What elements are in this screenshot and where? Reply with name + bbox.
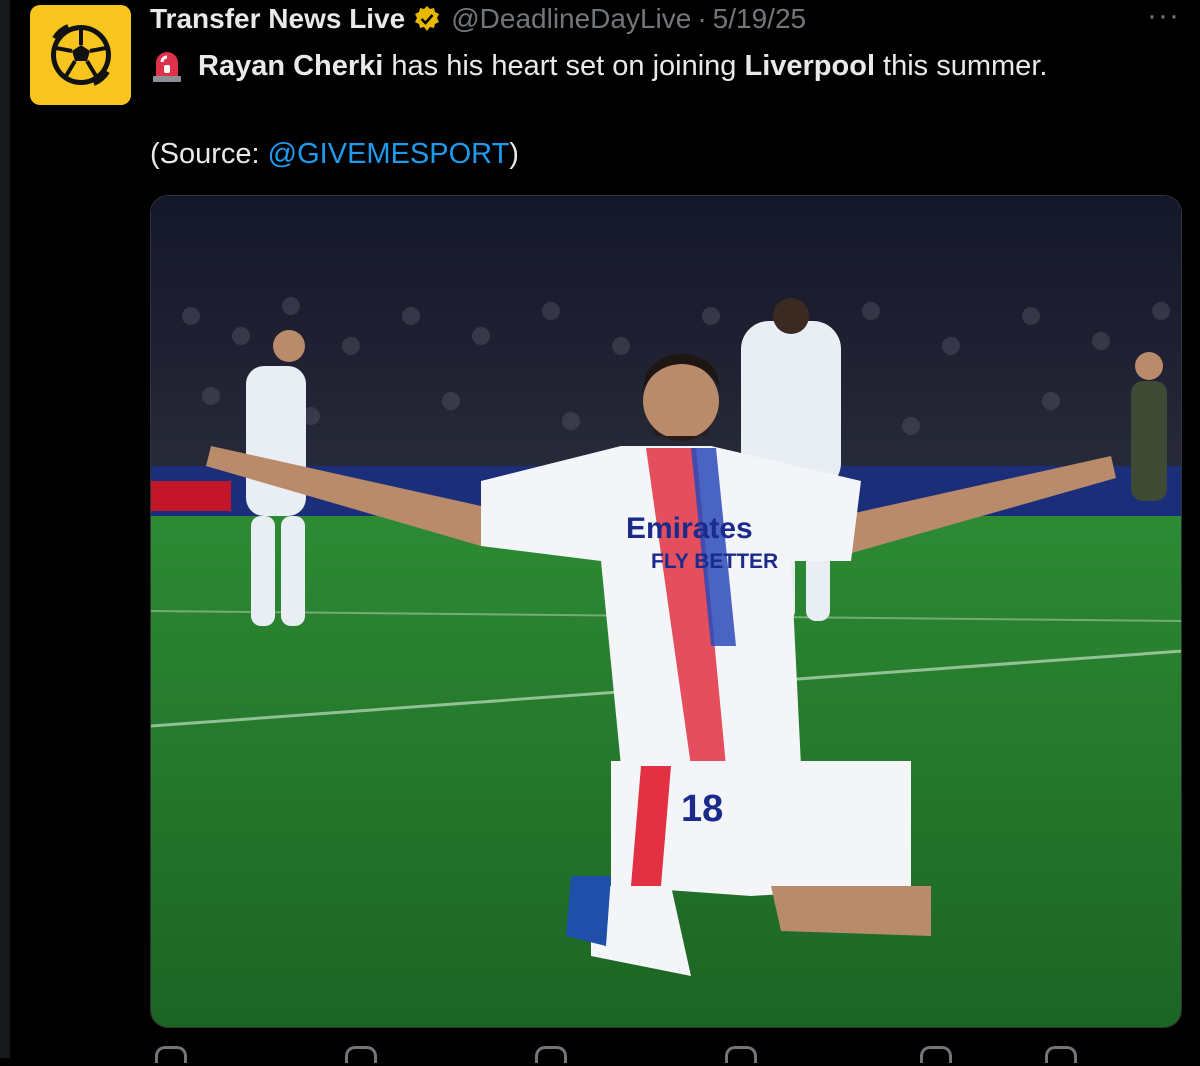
- siren-emoji-icon: [153, 52, 181, 82]
- verified-badge-icon: [415, 6, 440, 31]
- tweet-header: Transfer News Live @DeadlineDayLive · 5/…: [150, 0, 806, 38]
- more-options-icon[interactable]: ···: [1147, 1, 1180, 31]
- views-icon[interactable]: [725, 1046, 757, 1063]
- avatar[interactable]: [30, 5, 131, 105]
- club-name: Liverpool: [744, 50, 875, 82]
- celebration-photo: Emirates FLY BETTER 18: [151, 196, 1181, 1027]
- shirt-sponsor-text: Emirates: [626, 512, 753, 545]
- football-logo-icon: [50, 24, 111, 86]
- left-rail: [0, 0, 10, 1058]
- source-line: (Source: @GIVEMESPORT): [150, 134, 519, 174]
- text-segment: this summer.: [875, 50, 1048, 82]
- separator-dot: ·: [697, 3, 707, 34]
- bookmark-icon[interactable]: [920, 1046, 952, 1063]
- repost-icon[interactable]: [345, 1046, 377, 1063]
- reply-icon[interactable]: [155, 1046, 187, 1063]
- tweet-text-line: Rayan Cherki has his heart set on joinin…: [150, 46, 1047, 86]
- source-prefix: (Source:: [150, 138, 268, 170]
- display-name[interactable]: Transfer News Live: [150, 3, 405, 35]
- player-name: Rayan Cherki: [198, 50, 384, 82]
- tweet-date[interactable]: 5/19/25: [713, 3, 806, 35]
- text-segment: has his heart set on joining: [383, 50, 745, 82]
- source-mention-link[interactable]: @GIVEMESPORT: [268, 138, 510, 170]
- action-bar: [150, 1046, 1150, 1066]
- shirt-number-text: 18: [681, 788, 723, 830]
- like-icon[interactable]: [535, 1046, 567, 1063]
- source-suffix: ): [509, 138, 519, 170]
- shirt-slogan-text: FLY BETTER: [651, 550, 778, 573]
- tweet-media-image[interactable]: Emirates FLY BETTER 18: [150, 195, 1182, 1028]
- share-icon[interactable]: [1045, 1046, 1077, 1063]
- user-handle[interactable]: @DeadlineDayLive: [451, 3, 691, 35]
